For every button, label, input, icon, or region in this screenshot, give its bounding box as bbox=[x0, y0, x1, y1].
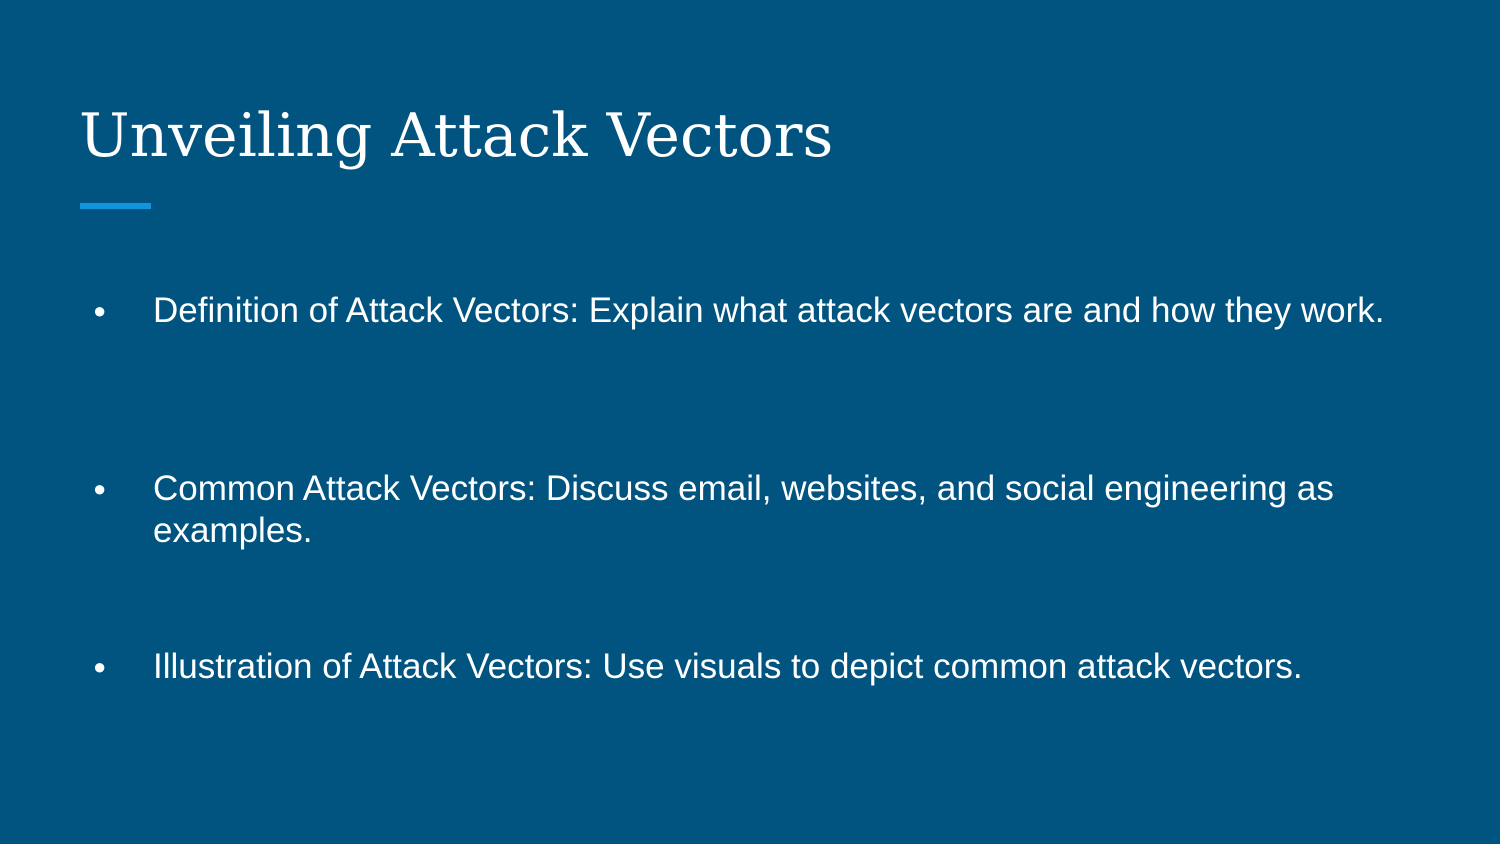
bullet-text: Illustration of Attack Vectors: Use visu… bbox=[153, 647, 1303, 686]
title-accent-bar bbox=[80, 203, 151, 209]
bullet-dot-icon: ● bbox=[93, 476, 107, 501]
bullet-text: Definition of Attack Vectors: Explain wh… bbox=[153, 291, 1385, 330]
bullet-text: Common Attack Vectors: Discuss email, we… bbox=[153, 469, 1334, 550]
slide: Unveiling Attack Vectors ● Definition of… bbox=[0, 0, 1500, 844]
bullet-dot-icon: ● bbox=[93, 654, 107, 679]
slide-title: Unveiling Attack Vectors bbox=[79, 101, 834, 171]
bullet-dot-icon: ● bbox=[93, 298, 107, 323]
